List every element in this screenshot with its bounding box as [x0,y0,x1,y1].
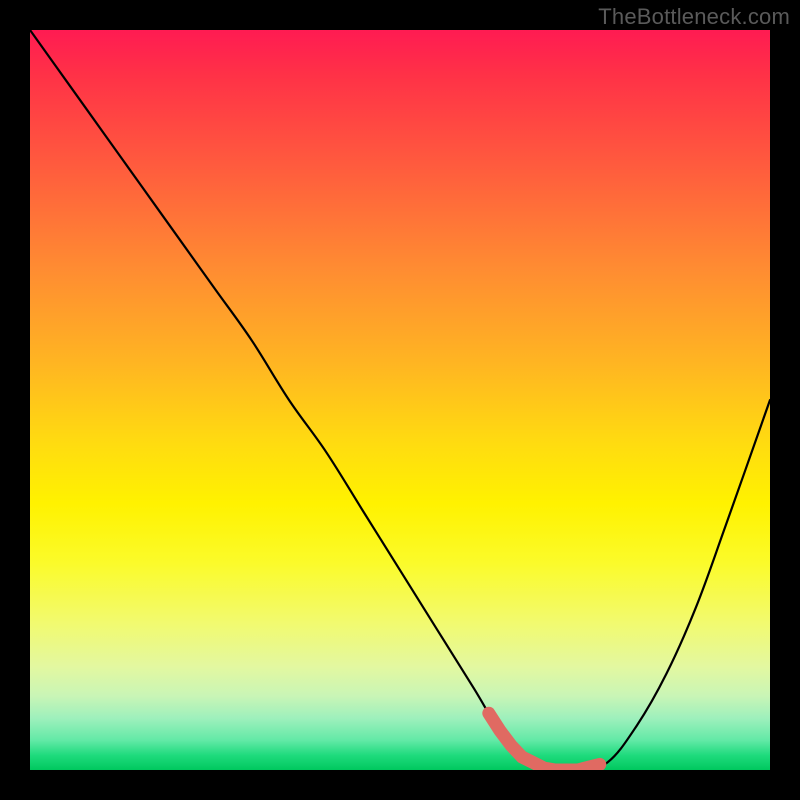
watermark-text: TheBottleneck.com [598,4,790,30]
chart-frame: TheBottleneck.com [0,0,800,800]
optimal-region-highlight [489,713,600,770]
plot-area [30,30,770,770]
bottleneck-curve-line [30,30,770,770]
bottleneck-curve-svg [30,30,770,770]
